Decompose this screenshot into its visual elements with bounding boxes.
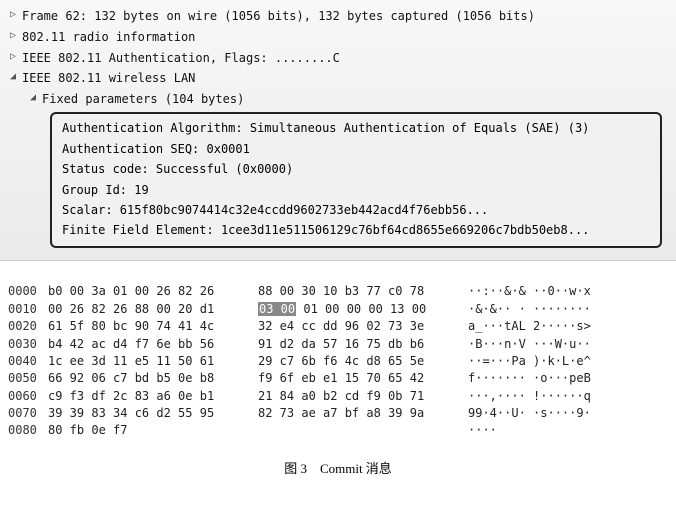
- hex-offset: 0020: [8, 318, 48, 335]
- hex-bytes: 39 39 83 34 c6 d2 55 95: [48, 405, 258, 422]
- hex-row[interactable]: 0040 1c ee 3d 11 e5 11 50 61 29 c7 6b f6…: [8, 353, 668, 370]
- tree-row-radio[interactable]: ▷ 802.11 radio information: [8, 27, 668, 48]
- hex-offset: 0050: [8, 370, 48, 387]
- hex-row[interactable]: 0010 00 26 82 26 88 00 20 d1 03 00 01 00…: [8, 301, 668, 318]
- hex-bytes: [258, 422, 468, 439]
- tree-row-wlan[interactable]: ◢ IEEE 802.11 wireless LAN: [8, 68, 668, 89]
- hex-highlight: 03 00: [258, 302, 296, 316]
- tree-label: Frame 62: 132 bytes on wire (1056 bits),…: [22, 8, 535, 25]
- detail-status-code[interactable]: Status code: Successful (0x0000): [62, 160, 650, 180]
- hex-offset: 0060: [8, 388, 48, 405]
- tree-row-auth[interactable]: ▷ IEEE 802.11 Authentication, Flags: ...…: [8, 48, 668, 69]
- hex-offset: 0040: [8, 353, 48, 370]
- hex-ascii: ····: [468, 422, 497, 439]
- hex-row[interactable]: 0030 b4 42 ac d4 f7 6e bb 56 91 d2 da 57…: [8, 336, 668, 353]
- hex-bytes: b0 00 3a 01 00 26 82 26: [48, 283, 258, 300]
- hex-dump-panel: 0000 b0 00 3a 01 00 26 82 26 88 00 30 10…: [0, 275, 676, 448]
- packet-details-panel: ▷ Frame 62: 132 bytes on wire (1056 bits…: [0, 0, 676, 261]
- chevron-right-icon[interactable]: ▷: [10, 8, 22, 22]
- hex-bytes: 32 e4 cc dd 96 02 73 3e: [258, 318, 468, 335]
- hex-row[interactable]: 0060 c9 f3 df 2c 83 a6 0e b1 21 84 a0 b2…: [8, 388, 668, 405]
- detail-scalar[interactable]: Scalar: 615f80bc9074414c32e4ccdd9602733e…: [62, 201, 650, 221]
- hex-ascii: ··=···Pa )·k·L·e^: [468, 353, 591, 370]
- hex-bytes: 66 92 06 c7 bd b5 0e b8: [48, 370, 258, 387]
- detail-ffe[interactable]: Finite Field Element: 1cee3d11e511506129…: [62, 221, 650, 241]
- hex-row[interactable]: 0050 66 92 06 c7 bd b5 0e b8 f9 6f eb e1…: [8, 370, 668, 387]
- hex-bytes: 1c ee 3d 11 e5 11 50 61: [48, 353, 258, 370]
- tree-row-frame[interactable]: ▷ Frame 62: 132 bytes on wire (1056 bits…: [8, 6, 668, 27]
- hex-bytes: 88 00 30 10 b3 77 c0 78: [258, 283, 468, 300]
- hex-ascii: ··:··&·& ··0··w·x: [468, 283, 591, 300]
- hex-offset: 0030: [8, 336, 48, 353]
- tree-label: Fixed parameters (104 bytes): [42, 91, 244, 108]
- hex-offset: 0010: [8, 301, 48, 318]
- tree-label: IEEE 802.11 Authentication, Flags: .....…: [22, 50, 340, 67]
- tree-label: 802.11 radio information: [22, 29, 195, 46]
- hex-row[interactable]: 0080 80 fb 0e f7 ····: [8, 422, 668, 439]
- hex-offset: 0080: [8, 422, 48, 439]
- hex-bytes: b4 42 ac d4 f7 6e bb 56: [48, 336, 258, 353]
- tree-label: IEEE 802.11 wireless LAN: [22, 70, 195, 87]
- hex-bytes: 91 d2 da 57 16 75 db b6: [258, 336, 468, 353]
- tree-row-fixed-params[interactable]: ◢ Fixed parameters (104 bytes): [8, 89, 668, 110]
- hex-ascii: 99·4··U· ·s····9·: [468, 405, 591, 422]
- figure-caption: 图 3 Commit 消息: [0, 448, 676, 483]
- hex-ascii: ·&·&·· · ········: [468, 301, 591, 318]
- hex-bytes: 61 5f 80 bc 90 74 41 4c: [48, 318, 258, 335]
- hex-bytes: 29 c7 6b f6 4c d8 65 5e: [258, 353, 468, 370]
- hex-offset: 0000: [8, 283, 48, 300]
- hex-bytes: 21 84 a0 b2 cd f9 0b 71: [258, 388, 468, 405]
- chevron-right-icon[interactable]: ▷: [10, 50, 22, 64]
- hex-bytes: c9 f3 df 2c 83 a6 0e b1: [48, 388, 258, 405]
- chevron-down-icon[interactable]: ◢: [30, 91, 42, 105]
- hex-bytes: 82 73 ae a7 bf a8 39 9a: [258, 405, 468, 422]
- hex-ascii: ···,···· !······q: [468, 388, 591, 405]
- detail-auth-algorithm[interactable]: Authentication Algorithm: Simultaneous A…: [62, 119, 650, 139]
- hex-bytes: 03 00 01 00 00 00 13 00: [258, 301, 468, 318]
- hex-bytes: 00 26 82 26 88 00 20 d1: [48, 301, 258, 318]
- hex-offset: 0070: [8, 405, 48, 422]
- hex-bytes: f9 6f eb e1 15 70 65 42: [258, 370, 468, 387]
- hex-row[interactable]: 0070 39 39 83 34 c6 d2 55 95 82 73 ae a7…: [8, 405, 668, 422]
- fixed-params-details: Authentication Algorithm: Simultaneous A…: [50, 112, 662, 248]
- hex-ascii: ·B···n·V ···W·u··: [468, 336, 591, 353]
- panel-gap: [0, 261, 676, 275]
- detail-auth-seq[interactable]: Authentication SEQ: 0x0001: [62, 139, 650, 159]
- hex-ascii: f······· ·o···peB: [468, 370, 591, 387]
- detail-group-id[interactable]: Group Id: 19: [62, 180, 650, 200]
- chevron-down-icon[interactable]: ◢: [10, 70, 22, 84]
- chevron-right-icon[interactable]: ▷: [10, 29, 22, 43]
- hex-bytes: 80 fb 0e f7: [48, 422, 258, 439]
- hex-row[interactable]: 0020 61 5f 80 bc 90 74 41 4c 32 e4 cc dd…: [8, 318, 668, 335]
- hex-row[interactable]: 0000 b0 00 3a 01 00 26 82 26 88 00 30 10…: [8, 283, 668, 300]
- hex-ascii: a_···tAL 2·····s>: [468, 318, 591, 335]
